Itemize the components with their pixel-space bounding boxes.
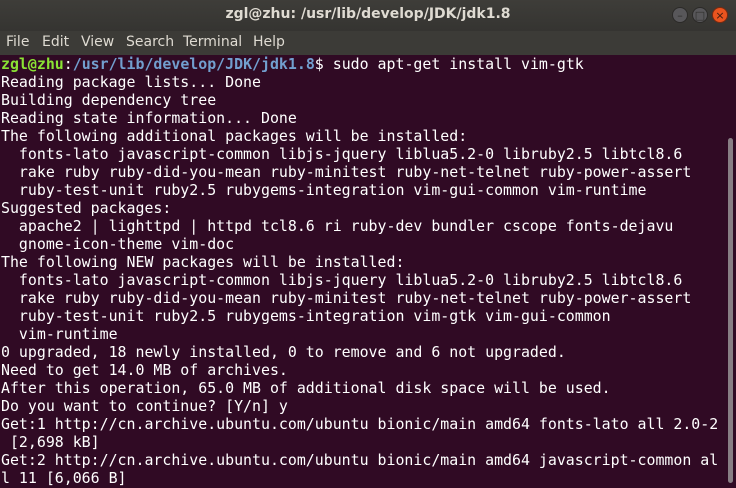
menu-file[interactable]: File (6, 34, 29, 50)
minimize-button[interactable]: – (672, 7, 688, 23)
menu-view[interactable]: View (81, 34, 114, 50)
output-line: rake ruby ruby-did-you-mean ruby-minites… (1, 163, 692, 181)
menu-search[interactable]: Search (126, 34, 174, 50)
output-line: vim-runtime (1, 325, 118, 343)
prompt-colon: : (63, 55, 73, 73)
output-line: fonts-lato javascript-common libjs-jquer… (1, 145, 683, 163)
menu-edit[interactable]: Edit (42, 34, 69, 50)
output-line: Reading package lists... Done (1, 73, 261, 91)
output-line: After this operation, 65.0 MB of additio… (1, 379, 611, 397)
menu-help[interactable]: Help (253, 34, 285, 50)
prompt-path: /usr/lib/develop/JDK/jdk1.8 (72, 55, 315, 73)
output-line: fonts-lato javascript-common libjs-jquer… (1, 271, 683, 289)
output-line: apache2 | lighttpd | httpd tcl8.6 ri rub… (1, 217, 674, 235)
close-button[interactable]: × (712, 7, 728, 23)
prompt-symbol: $ (314, 55, 324, 73)
menu-bar: File Edit View Search Terminal Help (0, 31, 736, 55)
output-line: Need to get 14.0 MB of archives. (1, 361, 288, 379)
maximize-button[interactable]: □ (692, 7, 708, 23)
output-line: [2,698 kB] (1, 433, 100, 451)
output-line: gnome-icon-theme vim-doc (1, 235, 235, 253)
terminal-output[interactable]: zgl@zhu:/usr/lib/develop/JDK/jdk1.8$ sud… (0, 55, 725, 488)
terminal-window: zgl@zhu: /usr/lib/develop/JDK/jdk1.8 – □… (0, 0, 736, 488)
scrollbar-thumb[interactable] (728, 138, 733, 483)
output-line: rake ruby ruby-did-you-mean ruby-minites… (1, 289, 692, 307)
output-line: ruby-test-unit ruby2.5 rubygems-integrat… (1, 181, 647, 199)
window-title: zgl@zhu: /usr/lib/develop/JDK/jdk1.8 (225, 6, 511, 22)
title-bar[interactable]: zgl@zhu: /usr/lib/develop/JDK/jdk1.8 – □… (0, 0, 736, 31)
menu-terminal[interactable]: Terminal (183, 34, 242, 50)
output-line: 0 upgraded, 18 newly installed, 0 to rem… (1, 343, 566, 361)
output-line: ruby-test-unit ruby2.5 rubygems-integrat… (1, 307, 611, 325)
output-line: Suggested packages: (1, 199, 172, 217)
output-line: The following additional packages will b… (1, 127, 468, 145)
prompt-command: sudo apt-get install vim-gtk (323, 55, 584, 73)
output-line: Do you want to continue? [Y/n] y (1, 397, 288, 415)
output-line: Reading state information... Done (1, 109, 297, 127)
output-line: l 11 [6,066 B] (1, 469, 127, 487)
output-line: Get:2 http://cn.archive.ubuntu.com/ubunt… (1, 451, 719, 469)
prompt-line: zgl@zhu:/usr/lib/develop/JDK/jdk1.8$ sud… (0, 55, 725, 73)
prompt-user-host: zgl@zhu (1, 55, 64, 73)
output-line: Building dependency tree (1, 91, 217, 109)
output-line: The following NEW packages will be insta… (1, 253, 405, 271)
output-line: Get:1 http://cn.archive.ubuntu.com/ubunt… (1, 415, 719, 433)
